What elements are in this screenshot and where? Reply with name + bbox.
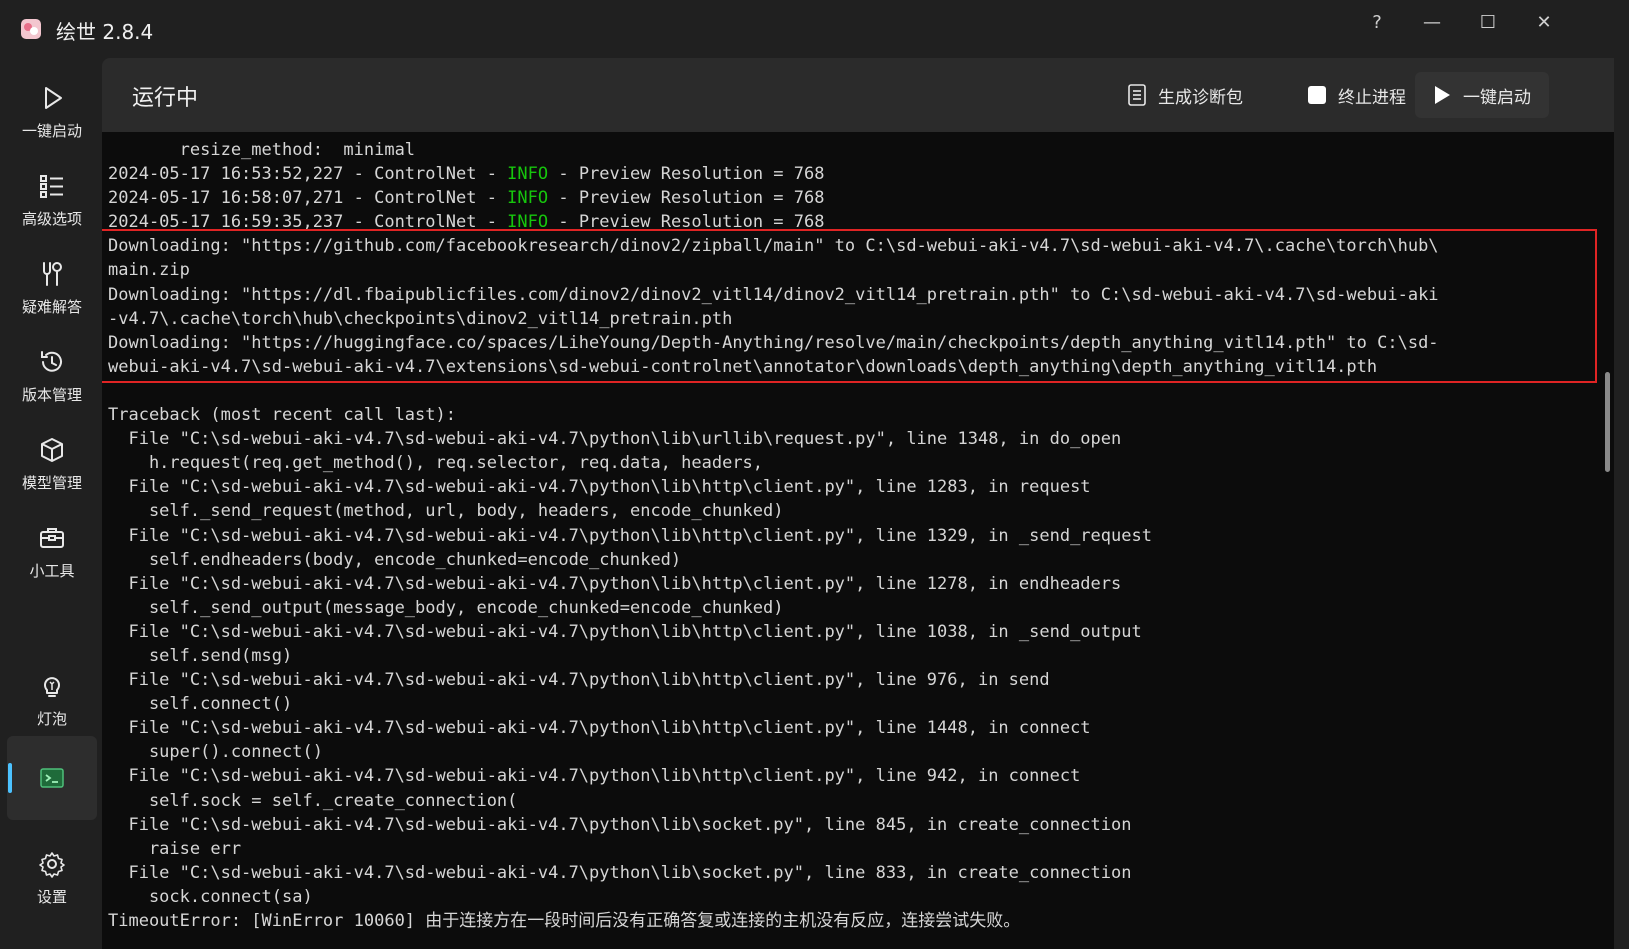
help-button[interactable]: ?: [1349, 4, 1405, 40]
gear-icon: [39, 851, 65, 878]
history-icon: [41, 350, 62, 372]
console-line: Downloading: "https://github.com/faceboo…: [108, 236, 1439, 257]
start-label: 一键启动: [1463, 87, 1531, 108]
console-line: self.endheaders(body, encode_chunked=enc…: [108, 549, 682, 570]
console-scrollbar[interactable]: [1605, 372, 1610, 472]
console-line: -v4.7\.cache\torch\hub\checkpoints\dinov…: [108, 308, 733, 329]
console-line: File "C:\sd-webui-aki-v4.7\sd-webui-aki-…: [108, 573, 1122, 594]
status-title: 运行中: [132, 86, 199, 111]
toolbox-icon: [40, 527, 64, 548]
stop-label: 终止进程: [1338, 87, 1406, 108]
console-line: TimeoutError: [WinError 10060] 由于连接方在一段时…: [108, 911, 1021, 931]
console-line: Downloading: "https://huggingface.co/spa…: [108, 332, 1439, 353]
info-level: INFO: [507, 188, 549, 209]
diagnostics-label: 生成诊断包: [1158, 87, 1243, 108]
nav-label: 一键启动: [21, 121, 82, 140]
console-icon: [40, 768, 64, 788]
info-level: INFO: [507, 164, 549, 185]
console-line: File "C:\sd-webui-aki-v4.7\sd-webui-aki-…: [108, 814, 1132, 835]
console-line: h.request(req.get_method(), req.selector…: [108, 453, 764, 474]
console-line: 2024-05-17 16:59:35,237 - ControlNet - I…: [108, 212, 825, 233]
play-filled-icon: [1435, 86, 1450, 104]
console-output[interactable]: resize_method: minimal 2024-05-17 16:53:5…: [102, 132, 1614, 949]
window-title: 绘世 2.8.4: [56, 20, 154, 44]
console-line: self.send(msg): [108, 645, 293, 666]
console-line: File "C:\sd-webui-aki-v4.7\sd-webui-aki-…: [108, 670, 1050, 691]
stop-process-button[interactable]: 终止进程: [1290, 72, 1424, 118]
console-line: File "C:\sd-webui-aki-v4.7\sd-webui-aki-…: [108, 766, 1081, 787]
nav-model-management[interactable]: 模型管理: [7, 422, 97, 506]
nav-one-click-start[interactable]: 一键启动: [7, 70, 97, 154]
console-log: resize_method: minimal 2024-05-17 16:53:5…: [108, 138, 1598, 933]
one-click-start-button[interactable]: 一键启动: [1415, 72, 1549, 118]
nav-troubleshooting[interactable]: 疑难解答: [7, 246, 97, 330]
document-icon: [1128, 84, 1146, 106]
nav-label: 疑难解答: [21, 297, 82, 316]
console-line: Traceback (most recent call last):: [108, 405, 456, 426]
console-line: 2024-05-17 16:53:52,227 - ControlNet - I…: [108, 164, 825, 185]
app-logo-icon: [21, 19, 41, 39]
sidebar: 一键启动 高级选项 疑难解答 版本管理 模型管理 小工具 灯泡 设置: [0, 58, 102, 949]
console-line: Downloading: "https://dl.fbaipublicfiles…: [108, 284, 1439, 305]
nav-label: 模型管理: [21, 473, 82, 492]
nav-label: 版本管理: [21, 385, 82, 404]
console-line: File "C:\sd-webui-aki-v4.7\sd-webui-aki-…: [108, 477, 1091, 498]
wrench-icon: [43, 261, 62, 286]
console-line: self.connect(): [108, 694, 293, 715]
console-line: self.sock = self._create_connection(: [108, 790, 518, 811]
nav-label: 设置: [36, 887, 67, 906]
console-line: raise err: [108, 838, 242, 859]
title-bar: 绘世 2.8.4 ? — ☐ ✕: [0, 0, 1629, 58]
play-icon: [45, 86, 62, 109]
console-line: resize_method: minimal: [108, 140, 416, 160]
maximize-button[interactable]: ☐: [1460, 4, 1516, 40]
console-line: 2024-05-17 16:58:07,271 - ControlNet - I…: [108, 188, 825, 209]
nav-label: 小工具: [29, 561, 75, 580]
nav-lightbulb[interactable]: 灯泡: [7, 658, 97, 742]
console-line: File "C:\sd-webui-aki-v4.7\sd-webui-aki-…: [108, 621, 1142, 642]
console-line: self._send_request(method, url, body, he…: [108, 501, 784, 522]
console-line: File "C:\sd-webui-aki-v4.7\sd-webui-aki-…: [108, 718, 1091, 739]
nav-version-management[interactable]: 版本管理: [7, 334, 97, 418]
nav-advanced-options[interactable]: 高级选项: [7, 158, 97, 242]
nav-label: 高级选项: [21, 209, 82, 228]
console-line: File "C:\sd-webui-aki-v4.7\sd-webui-aki-…: [108, 525, 1152, 546]
console-line: self._send_output(message_body, encode_c…: [108, 597, 784, 618]
list-icon: [40, 174, 63, 198]
stop-square-icon: [1308, 86, 1326, 104]
console-line: super().connect(): [108, 742, 323, 763]
lightbulb-icon: [44, 676, 60, 697]
minimize-button[interactable]: —: [1404, 4, 1460, 40]
console-line: webui-aki-v4.7\sd-webui-aki-v4.7\extensi…: [108, 356, 1378, 377]
cube-icon: [41, 437, 63, 462]
nav-console[interactable]: [7, 736, 97, 820]
nav-tools[interactable]: 小工具: [7, 510, 97, 594]
nav-settings[interactable]: 设置: [7, 836, 97, 920]
generate-diagnostics-button[interactable]: 生成诊断包: [1110, 72, 1261, 118]
active-nav-indicator: [8, 763, 12, 793]
main-header: 运行中 生成诊断包 终止进程 一键启动: [102, 58, 1614, 132]
console-line: main.zip: [108, 260, 190, 281]
info-level: INFO: [507, 212, 549, 233]
console-line: File "C:\sd-webui-aki-v4.7\sd-webui-aki-…: [108, 862, 1132, 883]
close-button[interactable]: ✕: [1516, 4, 1572, 40]
nav-label: 灯泡: [36, 709, 67, 728]
console-line: File "C:\sd-webui-aki-v4.7\sd-webui-aki-…: [108, 429, 1122, 450]
console-line: sock.connect(sa): [108, 886, 313, 907]
